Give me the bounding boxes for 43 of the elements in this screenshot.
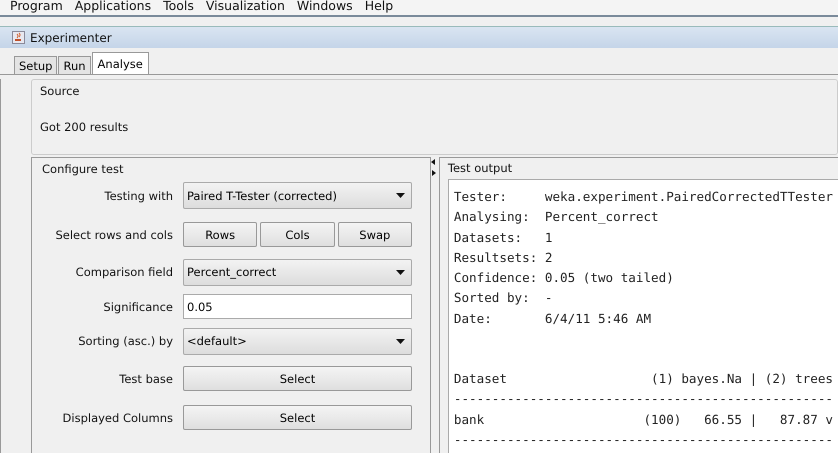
output-line: Datasets: 1 — [454, 228, 554, 247]
button[interactable]: Rows — [183, 222, 258, 247]
menu-item[interactable]: Help — [364, 0, 394, 15]
field-label: Sorting (asc.) by — [77, 334, 173, 348]
output-line: -------------------------------------------------- — [454, 390, 833, 408]
field-label: Significance — [102, 300, 173, 314]
output-line: Date: 6/4/11 5:46 AM — [454, 310, 652, 328]
output-line: Resultsets: 2 — [454, 248, 554, 267]
button[interactable]: Select — [183, 405, 412, 430]
split-arrows-icon[interactable] — [430, 159, 436, 177]
menu-item[interactable]: Applications — [74, 0, 152, 15]
menu-item[interactable]: Tools — [163, 0, 194, 15]
output-line: Dataset (1) bayes.Na | (2) trees — [454, 370, 833, 388]
menu-item[interactable]: Visualization — [206, 0, 285, 15]
dropdown[interactable]: Percent_correct — [183, 258, 412, 286]
tab[interactable]: Setup — [14, 56, 58, 74]
output-line: -------------------------------------------------- — [454, 430, 833, 449]
dropdown-arrow-icon — [396, 338, 405, 344]
input-field[interactable]: 0.05 — [183, 294, 412, 319]
button[interactable]: Select — [183, 366, 412, 391]
menu-item[interactable]: Program — [10, 0, 63, 15]
tab[interactable]: Analyse — [92, 52, 149, 74]
output-line: bank (100) 66.55 | 87.87 v — [454, 410, 833, 429]
java-cup-icon — [12, 31, 25, 44]
field-label: Displayed Columns — [62, 410, 173, 424]
menu-item[interactable]: Windows — [296, 0, 353, 15]
dropdown[interactable]: <default> — [183, 328, 412, 354]
field-label: Select rows and cols — [54, 228, 173, 242]
window-title: Experimenter — [30, 30, 112, 44]
field-label: Test base — [118, 372, 173, 386]
output-line: Confidence: 0.05 (two tailed) — [454, 269, 675, 288]
dropdown-arrow-icon — [396, 193, 405, 198]
output-line: Sorted by: - — [454, 289, 554, 308]
button[interactable]: Swap — [338, 222, 412, 247]
dropdown-arrow-icon — [396, 270, 405, 274]
output-line: Analysing: Percent_correct — [454, 208, 660, 226]
field-label: Comparison field — [74, 265, 173, 279]
button[interactable]: Cols — [260, 222, 335, 247]
output-line: Tester: weka.experiment.PairedCorrectedTTester — [454, 188, 833, 206]
dropdown[interactable]: Paired T-Tester (corrected) — [183, 182, 412, 209]
status-text: Got 200 results — [40, 120, 130, 134]
field-label: Testing with — [104, 188, 173, 202]
tab[interactable]: Run — [58, 56, 91, 74]
